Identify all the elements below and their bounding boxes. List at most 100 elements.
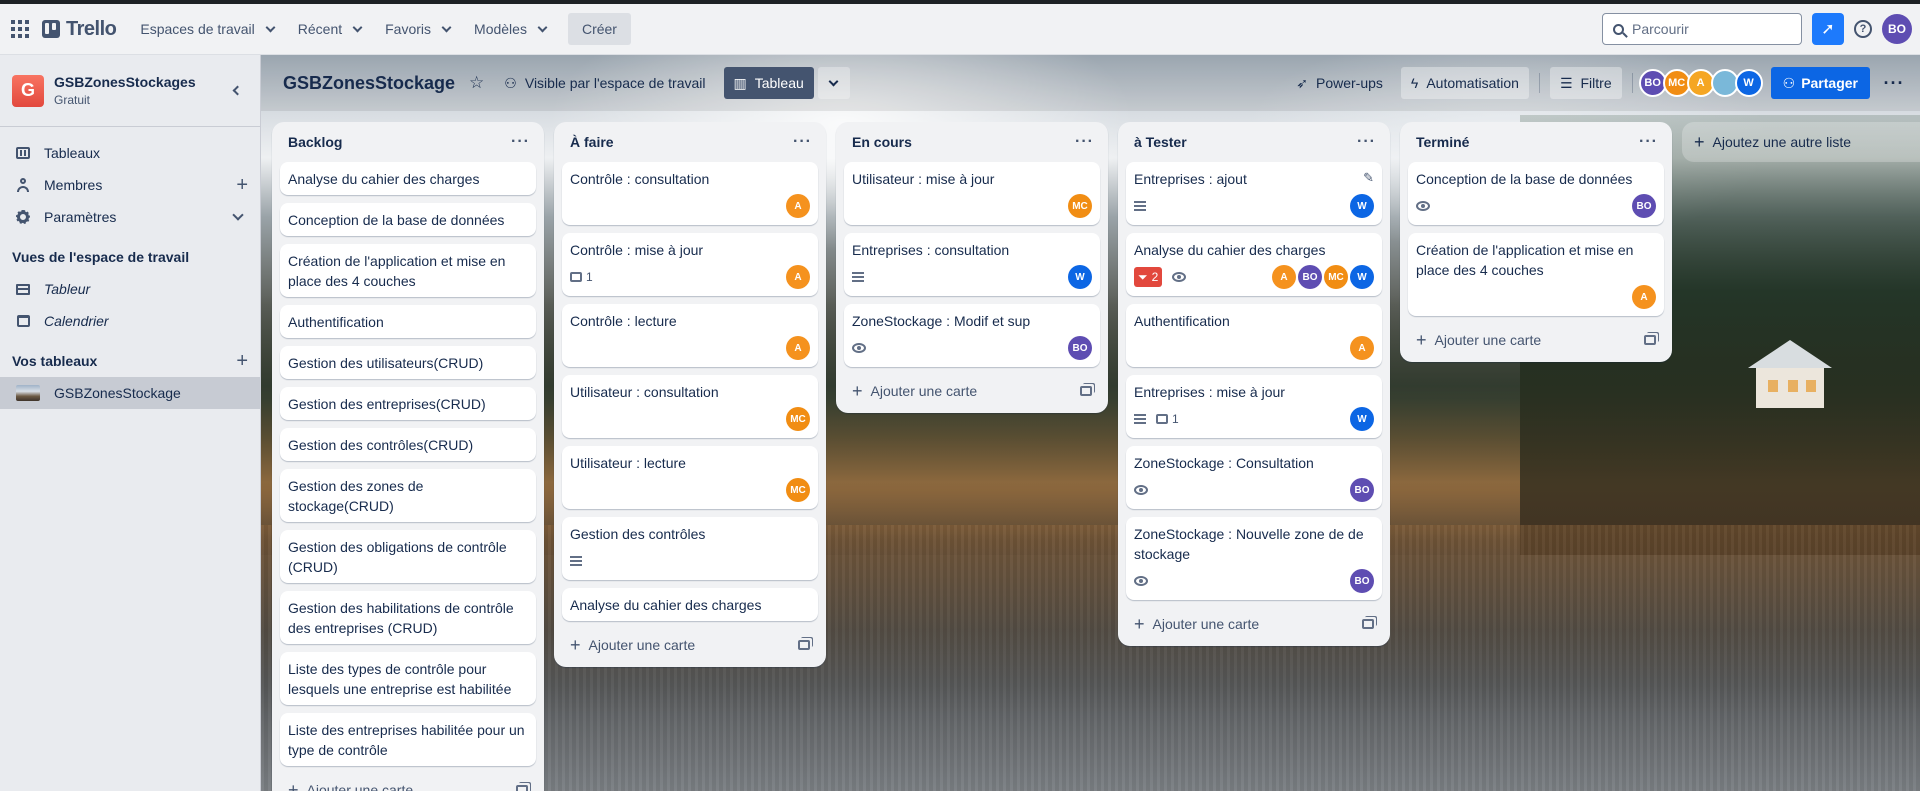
card-template-icon[interactable]: [516, 785, 528, 791]
list-menu-icon[interactable]: ···: [1075, 133, 1094, 151]
card[interactable]: Contrôle : lecture A: [562, 304, 818, 367]
add-member-icon[interactable]: +: [236, 174, 248, 197]
card[interactable]: Gestion des entreprises(CRUD): [280, 387, 536, 420]
card[interactable]: Authentification: [280, 305, 536, 338]
card[interactable]: Authentification A: [1126, 304, 1382, 367]
add-list-button[interactable]: + Ajoutez une autre liste: [1682, 122, 1920, 162]
help-icon[interactable]: ?: [1854, 20, 1872, 38]
create-button[interactable]: Créer: [567, 13, 631, 45]
card[interactable]: ZoneStockage : Nouvelle zone de de stock…: [1126, 517, 1382, 600]
workspace-name[interactable]: GSBZonesStockages: [54, 74, 196, 90]
account-avatar[interactable]: BO: [1882, 14, 1912, 44]
member-avatar[interactable]: BO: [1350, 569, 1374, 593]
member-avatar[interactable]: W: [1350, 407, 1374, 431]
card[interactable]: Analyse du cahier des charges: [280, 162, 536, 195]
trello-logo[interactable]: Trello: [42, 18, 117, 41]
search-box[interactable]: [1602, 13, 1802, 45]
card[interactable]: ZoneStockage : Modif et sup BO: [844, 304, 1100, 367]
card[interactable]: Gestion des contrôles(CRUD): [280, 428, 536, 461]
share-button[interactable]: ⚇ Partager: [1770, 67, 1870, 99]
sidebar-item-members[interactable]: Membres +: [0, 169, 260, 201]
add-card-button[interactable]: + Ajouter une carte: [1126, 608, 1382, 640]
card[interactable]: Utilisateur : consultation MC: [562, 375, 818, 438]
card-template-icon[interactable]: [1080, 386, 1092, 396]
list-menu-icon[interactable]: ···: [511, 133, 530, 151]
card[interactable]: Conception de la base de données: [280, 203, 536, 236]
member-avatar[interactable]: BO: [1298, 265, 1322, 289]
card[interactable]: Liste des entreprises habilitée pour un …: [280, 713, 536, 766]
card[interactable]: Gestion des obligations de contrôle (CRU…: [280, 530, 536, 583]
member-avatar[interactable]: MC: [1068, 194, 1092, 218]
sidebar-item-table-view[interactable]: Tableur: [0, 273, 260, 305]
member-avatar[interactable]: W: [1734, 69, 1763, 97]
member-avatar[interactable]: A: [786, 265, 810, 289]
card[interactable]: Entreprises : consultation W: [844, 233, 1100, 296]
list-menu-icon[interactable]: ···: [1639, 133, 1658, 151]
card[interactable]: Gestion des habilitations de contrôle de…: [280, 591, 536, 644]
member-avatar[interactable]: MC: [1324, 265, 1348, 289]
card[interactable]: Gestion des zones de stockage(CRUD): [280, 469, 536, 522]
member-avatar[interactable]: A: [786, 336, 810, 360]
view-board-button[interactable]: ▥ Tableau: [723, 67, 814, 99]
card[interactable]: Utilisateur : mise à jour MC: [844, 162, 1100, 225]
member-avatar[interactable]: W: [1068, 265, 1092, 289]
card[interactable]: ZoneStockage : Consultation BO: [1126, 446, 1382, 509]
board-title[interactable]: GSBZonesStockage: [283, 73, 455, 94]
member-avatar[interactable]: A: [786, 194, 810, 218]
card[interactable]: Liste des types de contrôle pour lesquel…: [280, 652, 536, 705]
member-avatar[interactable]: MC: [786, 407, 810, 431]
powerups-button[interactable]: ➶ Power-ups: [1286, 67, 1393, 99]
card[interactable]: Analyse du cahier des charges ⏷ 2 A BO MC W: [1126, 233, 1382, 296]
card[interactable]: Contrôle : consultation A: [562, 162, 818, 225]
filter-button[interactable]: ☰ Filtre: [1549, 67, 1622, 99]
add-card-button[interactable]: + Ajouter une carte: [280, 774, 536, 791]
notifications-icon[interactable]: ➚: [1812, 13, 1844, 45]
card[interactable]: Création de l'application et mise en pla…: [1408, 233, 1664, 316]
sidebar-item-calendar-view[interactable]: Calendrier: [0, 305, 260, 337]
card-template-icon[interactable]: [798, 640, 810, 650]
add-card-button[interactable]: + Ajouter une carte: [562, 629, 818, 661]
list-title[interactable]: À faire: [570, 134, 614, 150]
card-template-icon[interactable]: [1644, 335, 1656, 345]
member-avatar[interactable]: MC: [786, 478, 810, 502]
card-template-icon[interactable]: [1362, 619, 1374, 629]
view-switcher-button[interactable]: [817, 67, 850, 99]
visibility-button[interactable]: ⚇ Visible par l'espace de travail: [494, 67, 715, 99]
list-title[interactable]: à Tester: [1134, 134, 1187, 150]
list-menu-icon[interactable]: ···: [793, 133, 812, 151]
member-avatar[interactable]: A: [1350, 336, 1374, 360]
sidebar-item-settings[interactable]: Paramètres: [0, 201, 260, 233]
card[interactable]: Utilisateur : lecture MC: [562, 446, 818, 509]
sidebar-item-board-gsbzonesstockage[interactable]: GSBZonesStockage: [0, 377, 260, 409]
board-menu-icon[interactable]: ···: [1878, 67, 1910, 99]
card[interactable]: Entreprises : mise à jour 1 W: [1126, 375, 1382, 438]
member-avatar[interactable]: BO: [1632, 194, 1656, 218]
card[interactable]: Gestion des utilisateurs(CRUD): [280, 346, 536, 379]
member-avatar[interactable]: BO: [1350, 478, 1374, 502]
nav-recent-menu[interactable]: Récent: [288, 13, 371, 45]
search-input[interactable]: [1632, 21, 1782, 37]
card[interactable]: Conception de la base de données BO: [1408, 162, 1664, 225]
list-title[interactable]: Terminé: [1416, 134, 1469, 150]
nav-starred-menu[interactable]: Favoris: [375, 13, 460, 45]
card[interactable]: Création de l'application et mise en pla…: [280, 244, 536, 297]
app-switcher-icon[interactable]: [8, 17, 32, 41]
sidebar-item-boards[interactable]: Tableaux: [0, 137, 260, 169]
collapse-sidebar-button[interactable]: [224, 79, 248, 103]
card[interactable]: Analyse du cahier des charges: [562, 588, 818, 621]
card[interactable]: Contrôle : mise à jour 1 A: [562, 233, 818, 296]
member-avatar[interactable]: W: [1350, 265, 1374, 289]
workspace-logo[interactable]: G: [12, 74, 44, 107]
list-title[interactable]: En cours: [852, 134, 912, 150]
automation-button[interactable]: ϟ Automatisation: [1400, 67, 1529, 99]
member-avatar[interactable]: A: [1272, 265, 1296, 289]
star-icon[interactable]: ☆: [469, 73, 484, 93]
chevron-down-icon[interactable]: [232, 209, 244, 221]
list-title[interactable]: Backlog: [288, 134, 342, 150]
add-card-button[interactable]: + Ajouter une carte: [1408, 324, 1664, 356]
list-menu-icon[interactable]: ···: [1357, 133, 1376, 151]
member-avatar[interactable]: W: [1350, 194, 1374, 218]
pencil-icon[interactable]: ✎: [1363, 170, 1374, 186]
add-board-icon[interactable]: +: [236, 350, 248, 373]
member-avatar[interactable]: A: [1632, 285, 1656, 309]
